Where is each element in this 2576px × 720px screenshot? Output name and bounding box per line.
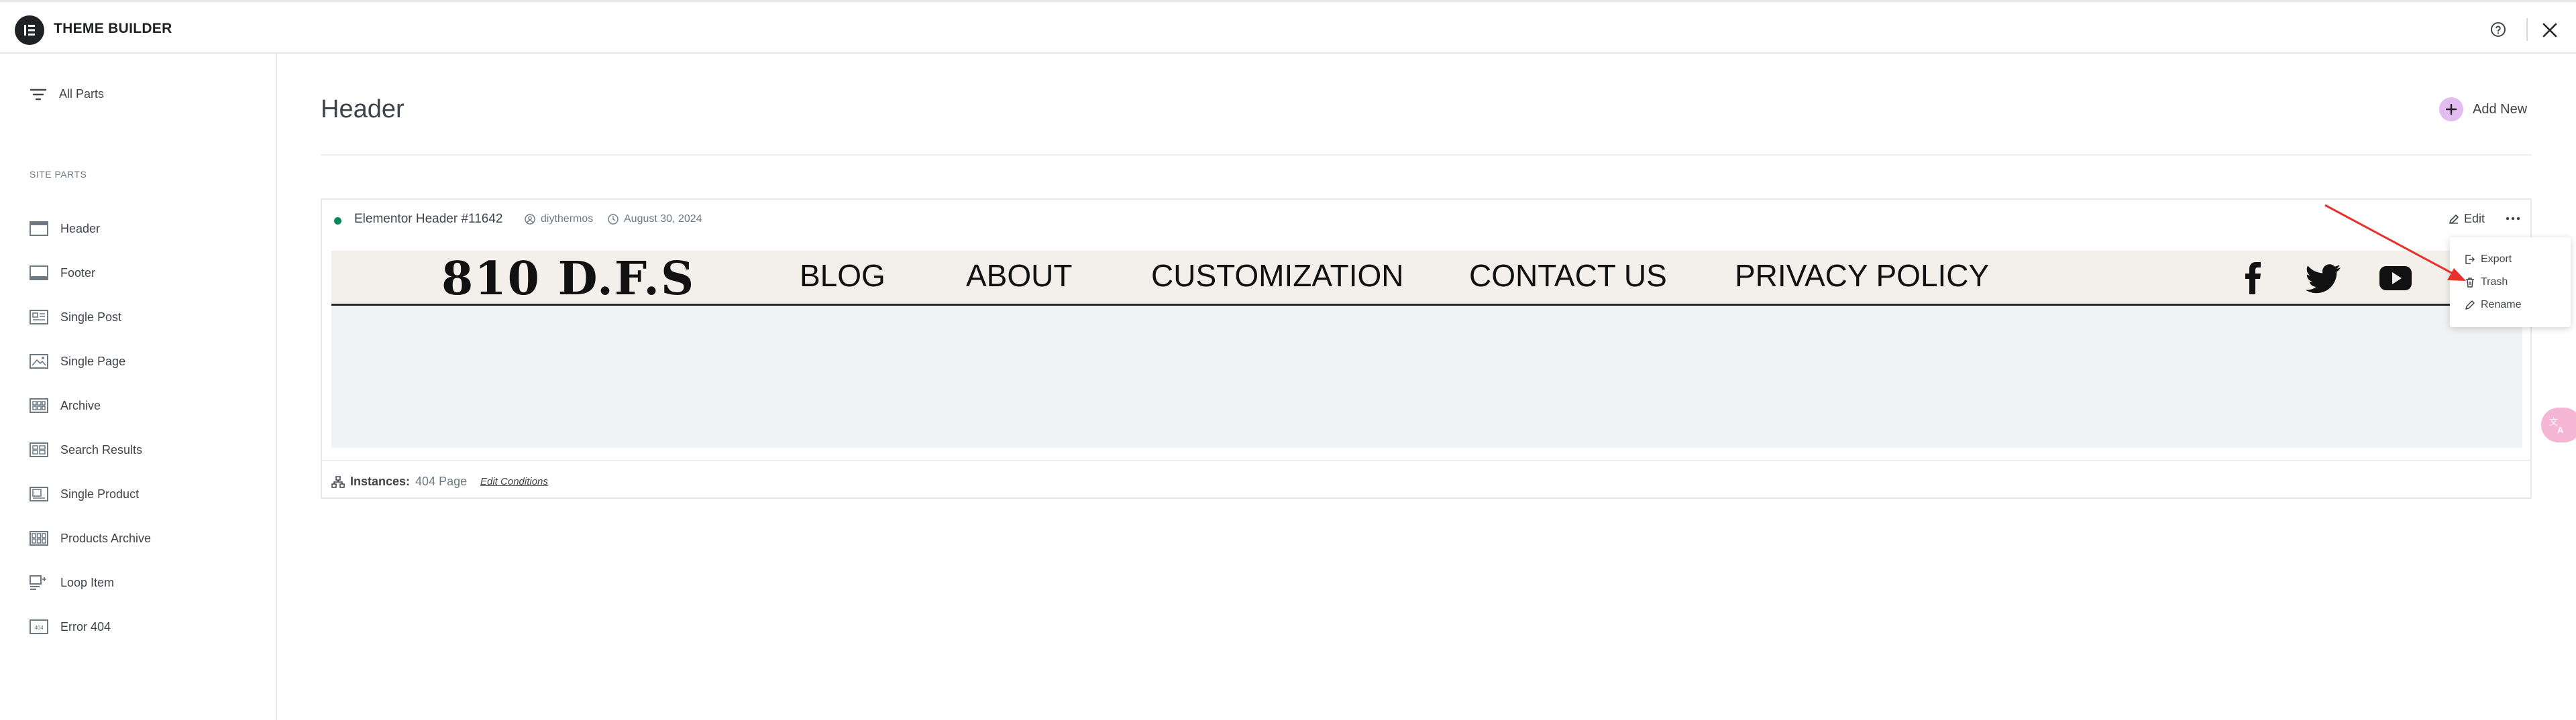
sidebar-item-label: Single Product xyxy=(60,487,140,501)
template-date: August 30, 2024 xyxy=(608,213,702,225)
preview-nav-customization[interactable]: CUSTOMIZATION xyxy=(1151,257,1404,294)
theme-builder-app: THEME BUILDER All Parts SITE PARTS Heade… xyxy=(0,0,2576,720)
translate-icon[interactable]: 文A xyxy=(2541,408,2576,442)
template-title: Elementor Header #11642 xyxy=(354,212,503,226)
menu-item-label: Rename xyxy=(2481,299,2522,310)
template-preview[interactable]: 810 D.F.S BLOG ABOUT CUSTOMIZATION CONTA… xyxy=(331,251,2522,448)
sidebar-item-label: Error 404 xyxy=(60,619,111,634)
page-title: Header xyxy=(321,95,405,123)
sidebar-item-label: Single Post xyxy=(60,310,122,324)
sidebar-item-single-page[interactable]: Single Page xyxy=(30,351,125,371)
single-post-icon xyxy=(30,310,48,324)
preview-site-header: 810 D.F.S BLOG ABOUT CUSTOMIZATION CONTA… xyxy=(331,251,2522,306)
sidebar-item-label: Search Results xyxy=(60,442,143,457)
instances-value: 404 Page xyxy=(415,475,468,488)
sidebar-item-label: Header xyxy=(60,221,101,235)
author-name: diythermos xyxy=(541,213,594,225)
menu-item-label: Export xyxy=(2481,253,2512,265)
footer-template-icon xyxy=(30,265,48,280)
sidebar-item-search-results[interactable]: Search Results xyxy=(30,440,142,460)
plus-icon xyxy=(2439,97,2463,121)
sidebar-item-footer[interactable]: Footer xyxy=(30,263,95,283)
edit-button[interactable]: Edit xyxy=(2449,212,2485,226)
card-header: Elementor Header #11642 diythermos Augus… xyxy=(322,200,2530,239)
close-icon[interactable] xyxy=(2541,21,2559,39)
sidebar-item-single-product[interactable]: Single Product xyxy=(30,484,139,504)
template-card: Elementor Header #11642 diythermos Augus… xyxy=(321,198,2532,499)
menu-item-label: Trash xyxy=(2481,276,2508,288)
sidebar-item-label: Footer xyxy=(60,265,96,280)
export-icon xyxy=(2465,255,2475,264)
sidebar: All Parts SITE PARTS Header Footer Singl… xyxy=(0,54,277,720)
sidebar-item-label: Loop Item xyxy=(60,575,115,589)
sidebar-item-loop-item[interactable]: Loop Item xyxy=(30,573,114,593)
header-template-icon xyxy=(30,221,48,236)
filter-icon xyxy=(30,88,47,100)
more-options-menu: Export Trash Rename xyxy=(2450,237,2571,327)
sidebar-item-single-post[interactable]: Single Post xyxy=(30,307,121,327)
svg-text:A: A xyxy=(2557,425,2564,435)
trash-icon xyxy=(2466,278,2474,288)
menu-item-trash[interactable]: Trash xyxy=(2465,276,2508,288)
edit-conditions-link[interactable]: Edit Conditions xyxy=(480,476,548,487)
error-404-icon: 404 xyxy=(30,619,48,634)
card-footer: Instances: 404 Page Edit Conditions xyxy=(322,460,2530,499)
preview-nav-about[interactable]: ABOUT xyxy=(966,257,1072,294)
youtube-icon[interactable] xyxy=(2379,265,2412,291)
twitter-icon[interactable] xyxy=(2305,264,2341,294)
date-text: August 30, 2024 xyxy=(624,213,702,225)
instances-info: Instances: 404 Page xyxy=(331,475,467,489)
menu-item-rename[interactable]: Rename xyxy=(2465,299,2521,311)
single-page-icon xyxy=(30,354,48,369)
elementor-logo-icon xyxy=(15,15,44,45)
search-results-icon xyxy=(30,442,48,457)
sidebar-item-label: Single Page xyxy=(60,354,126,368)
preview-logo: 810 D.F.S xyxy=(441,252,696,306)
all-parts-label: All Parts xyxy=(59,87,105,101)
rename-icon xyxy=(2465,300,2475,310)
app-title: THEME BUILDER xyxy=(54,21,172,36)
all-parts-filter[interactable]: All Parts xyxy=(30,87,104,101)
preview-nav-blog[interactable]: BLOG xyxy=(800,257,885,294)
archive-icon xyxy=(30,398,48,413)
sidebar-item-header[interactable]: Header xyxy=(30,219,100,239)
loop-item-icon xyxy=(30,575,46,590)
products-archive-icon xyxy=(30,531,48,546)
more-options-icon[interactable] xyxy=(2504,212,2522,225)
sidebar-item-products-archive[interactable]: Products Archive xyxy=(30,528,151,548)
sidebar-item-label: Products Archive xyxy=(60,531,152,545)
template-author: diythermos xyxy=(525,213,593,225)
sidebar-item-archive[interactable]: Archive xyxy=(30,396,101,416)
sidebar-item-label: Archive xyxy=(60,398,101,412)
sidebar-item-error-404[interactable]: 404 Error 404 xyxy=(30,617,111,637)
add-new-label: Add New xyxy=(2473,101,2528,117)
menu-item-export[interactable]: Export xyxy=(2465,253,2512,265)
svg-text:404: 404 xyxy=(34,625,44,631)
single-product-icon xyxy=(30,487,48,501)
instances-label: Instances: xyxy=(350,475,411,488)
add-new-button[interactable]: Add New xyxy=(2439,97,2527,121)
edit-label: Edit xyxy=(2464,212,2485,225)
top-divider xyxy=(2526,18,2528,41)
facebook-icon[interactable] xyxy=(2242,261,2266,295)
site-parts-heading: SITE PARTS xyxy=(30,169,87,180)
top-bar: THEME BUILDER xyxy=(0,0,2576,54)
sitemap-icon xyxy=(331,475,345,488)
help-icon[interactable] xyxy=(2490,21,2506,38)
clock-icon xyxy=(608,214,619,225)
preview-nav-contact[interactable]: CONTACT US xyxy=(1469,257,1667,294)
title-divider xyxy=(321,154,2532,156)
status-dot xyxy=(334,217,341,225)
user-icon xyxy=(525,214,535,225)
pencil-icon xyxy=(2449,214,2459,224)
preview-nav-privacy[interactable]: PRIVACY POLICY xyxy=(1735,257,1989,294)
